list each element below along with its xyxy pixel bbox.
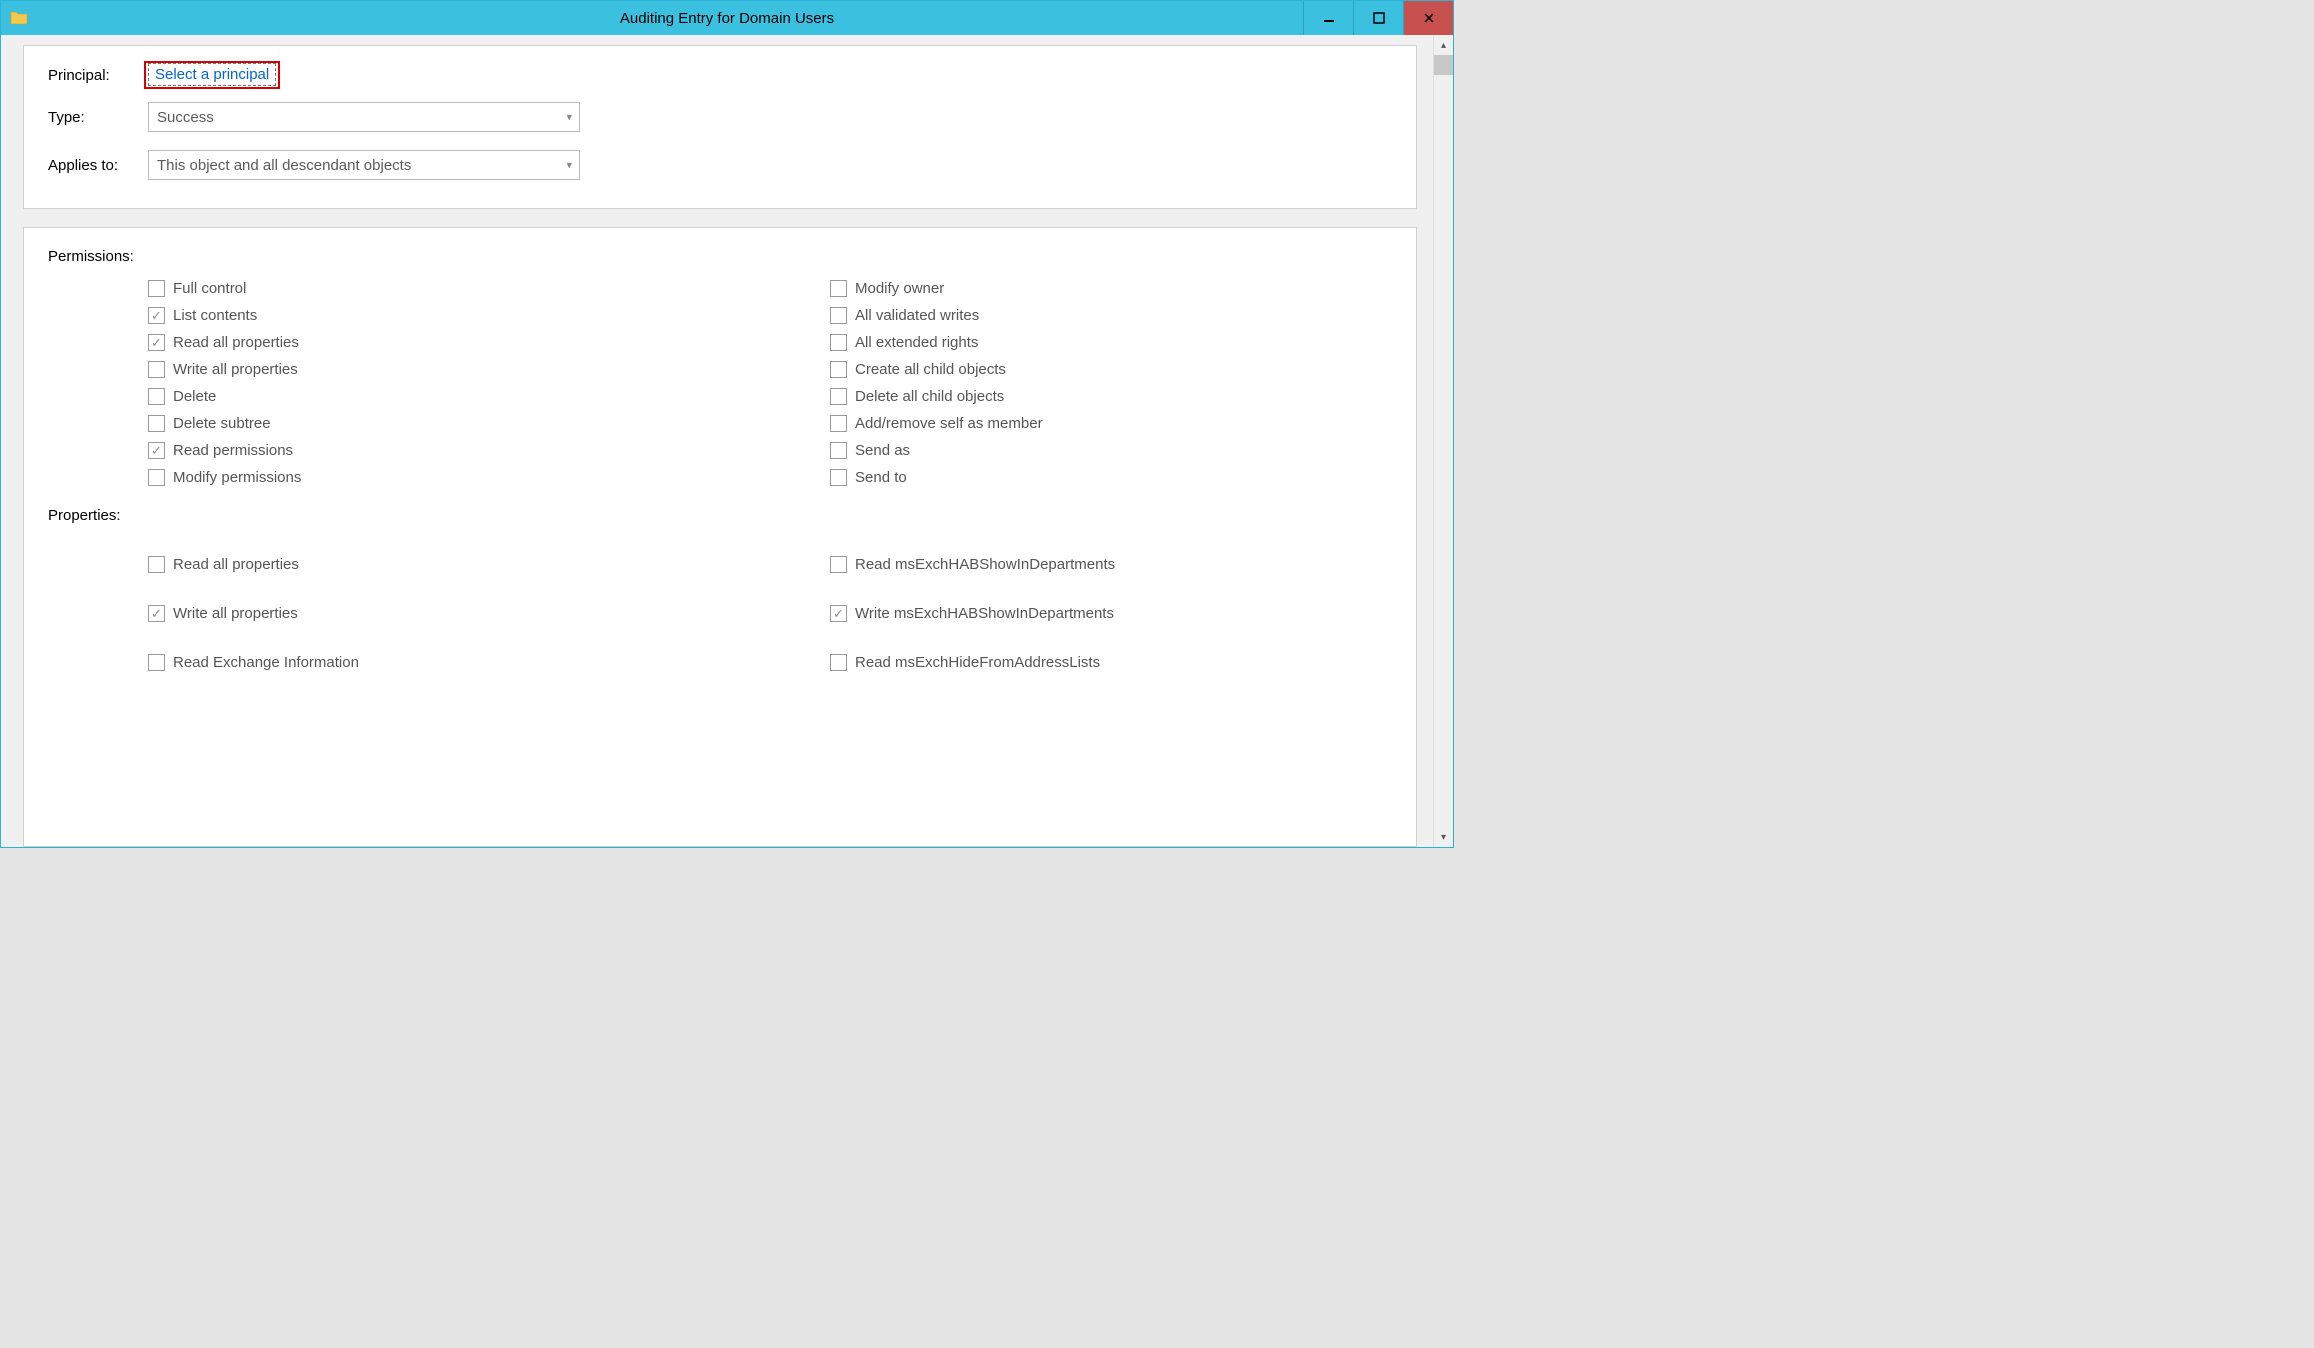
permission-label: Modify owner <box>855 280 944 297</box>
permission-checkbox[interactable] <box>830 361 847 378</box>
permission-checkbox[interactable] <box>148 388 165 405</box>
permission-checkbox[interactable] <box>830 442 847 459</box>
permission-label: All validated writes <box>855 307 979 324</box>
applies-row: Applies to: ▾ <box>48 150 1392 180</box>
permission-checkbox[interactable] <box>148 442 165 459</box>
permission-item: Read all properties <box>48 329 710 356</box>
permission-item: Modify permissions <box>48 464 710 491</box>
folder-icon <box>9 8 29 28</box>
property-label: Read msExchHABShowInDepartments <box>855 556 1115 573</box>
permission-label: List contents <box>173 307 257 324</box>
property-item: Read msExchHideFromAddressLists <box>730 638 1392 687</box>
properties-title: Properties: <box>48 507 1392 524</box>
permission-checkbox[interactable] <box>148 469 165 486</box>
titlebar[interactable]: Auditing Entry for Domain Users <box>1 1 1453 35</box>
permission-checkbox[interactable] <box>830 469 847 486</box>
permission-checkbox[interactable] <box>830 307 847 324</box>
permission-label: Modify permissions <box>173 469 301 486</box>
property-label: Read msExchHideFromAddressLists <box>855 654 1100 671</box>
permission-item: Send as <box>730 437 1392 464</box>
content-area: Principal: Select a principal Type: ▾ Ap… <box>1 35 1433 847</box>
close-button[interactable] <box>1403 1 1453 35</box>
permission-checkbox[interactable] <box>148 307 165 324</box>
window-controls <box>1303 1 1453 35</box>
property-checkbox[interactable] <box>148 654 165 671</box>
property-label: Read Exchange Information <box>173 654 359 671</box>
permission-item: Write all properties <box>48 356 710 383</box>
permission-item: Full control <box>48 275 710 302</box>
permission-label: Write all properties <box>173 361 298 378</box>
type-select[interactable] <box>148 102 580 132</box>
properties-grid: Read all properties Write all properties R… <box>48 540 1392 687</box>
permission-label: Read all properties <box>173 334 299 351</box>
property-item: Read msExchHABShowInDepartments <box>730 540 1392 589</box>
property-checkbox[interactable] <box>830 556 847 573</box>
permissions-grid: Full control List contents Read all proper… <box>48 275 1392 491</box>
scroll-down-arrow[interactable]: ▾ <box>1434 827 1453 847</box>
window: Auditing Entry for Domain Users Principa… <box>0 0 1454 848</box>
permission-item: Modify owner <box>730 275 1392 302</box>
scroll-up-arrow[interactable]: ▴ <box>1434 35 1453 55</box>
window-title: Auditing Entry for Domain Users <box>620 10 834 27</box>
scroll-track[interactable] <box>1434 75 1453 827</box>
permission-checkbox[interactable] <box>830 415 847 432</box>
applies-label: Applies to: <box>48 157 148 174</box>
permission-label: Delete all child objects <box>855 388 1004 405</box>
permission-label: Full control <box>173 280 246 297</box>
permissions-title: Permissions: <box>48 248 1392 265</box>
property-label: Read all properties <box>173 556 299 573</box>
property-item: Read Exchange Information <box>48 638 710 687</box>
permission-label: Create all child objects <box>855 361 1006 378</box>
vertical-scrollbar[interactable]: ▴ ▾ <box>1433 35 1453 847</box>
permission-item: Delete subtree <box>48 410 710 437</box>
permission-item: Add/remove self as member <box>730 410 1392 437</box>
principal-row: Principal: Select a principal <box>48 66 1392 84</box>
minimize-button[interactable] <box>1303 1 1353 35</box>
permission-checkbox[interactable] <box>830 334 847 351</box>
permission-label: Delete subtree <box>173 415 271 432</box>
permission-item: List contents <box>48 302 710 329</box>
property-checkbox[interactable] <box>830 654 847 671</box>
permission-item: Send to <box>730 464 1392 491</box>
content-wrapper: Principal: Select a principal Type: ▾ Ap… <box>1 35 1453 847</box>
permission-item: All extended rights <box>730 329 1392 356</box>
permission-label: Send to <box>855 469 907 486</box>
property-item: Write msExchHABShowInDepartments <box>730 589 1392 638</box>
permission-checkbox[interactable] <box>148 334 165 351</box>
permission-checkbox[interactable] <box>830 388 847 405</box>
permission-label: Send as <box>855 442 910 459</box>
select-principal-link[interactable]: Select a principal <box>148 63 276 86</box>
permission-label: Add/remove self as member <box>855 415 1043 432</box>
permission-label: Read permissions <box>173 442 293 459</box>
property-checkbox[interactable] <box>148 605 165 622</box>
property-item: Read all properties <box>48 540 710 589</box>
permission-label: All extended rights <box>855 334 978 351</box>
permission-label: Delete <box>173 388 216 405</box>
permission-item: Delete <box>48 383 710 410</box>
applies-select[interactable] <box>148 150 580 180</box>
permission-item: Create all child objects <box>730 356 1392 383</box>
permission-item: All validated writes <box>730 302 1392 329</box>
permissions-panel: Permissions: Full control List contents Re… <box>23 227 1417 847</box>
property-checkbox[interactable] <box>830 605 847 622</box>
property-item: Write all properties <box>48 589 710 638</box>
property-checkbox[interactable] <box>148 556 165 573</box>
permission-checkbox[interactable] <box>148 415 165 432</box>
principal-panel: Principal: Select a principal Type: ▾ Ap… <box>23 45 1417 209</box>
scroll-thumb[interactable] <box>1434 55 1453 75</box>
permission-item: Delete all child objects <box>730 383 1392 410</box>
permission-checkbox[interactable] <box>148 361 165 378</box>
property-label: Write all properties <box>173 605 298 622</box>
maximize-button[interactable] <box>1353 1 1403 35</box>
permission-checkbox[interactable] <box>830 280 847 297</box>
principal-label: Principal: <box>48 67 148 84</box>
permission-checkbox[interactable] <box>148 280 165 297</box>
type-row: Type: ▾ <box>48 102 1392 132</box>
permission-item: Read permissions <box>48 437 710 464</box>
type-label: Type: <box>48 109 148 126</box>
property-label: Write msExchHABShowInDepartments <box>855 605 1114 622</box>
